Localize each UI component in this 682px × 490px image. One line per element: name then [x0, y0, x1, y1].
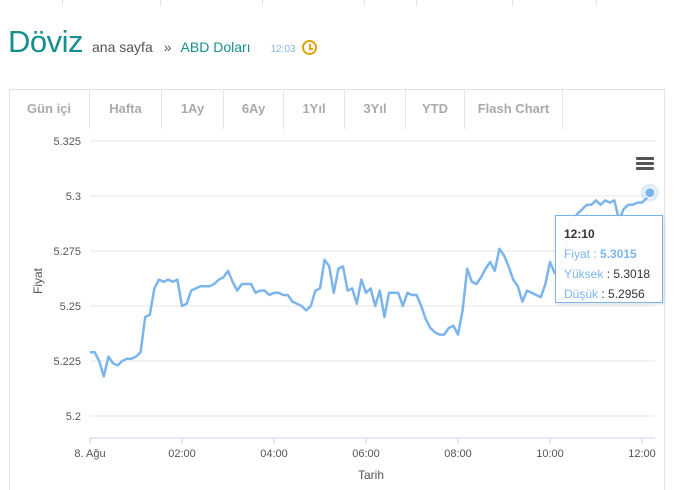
tooltip-high-label: Yüksek — [564, 267, 604, 281]
tooltip-high-value: 5.3018 — [613, 267, 651, 281]
tooltip-low-label: Düşük — [564, 287, 599, 301]
tooltip-price-value: 5.3015 — [600, 247, 637, 261]
x-tick-label: 08:00 — [444, 448, 472, 460]
x-axis-title: Tarih — [358, 468, 384, 482]
y-axis-ticks: 5.2 5.225 5.25 5.275 5.3 5.325 — [53, 136, 81, 423]
chart-tooltip: 12:10 Fiyat : 5.3015 Yüksek : 5.3018 Düş… — [555, 215, 663, 303]
x-tick-label: 04:00 — [260, 448, 288, 460]
y-tick-label: 5.25 — [60, 301, 81, 313]
hover-point-marker — [644, 187, 656, 199]
y-tick-label: 5.2 — [66, 411, 81, 423]
y-axis-title: Fiyat — [31, 267, 45, 294]
x-tick-label: 10:00 — [536, 448, 564, 460]
x-tick-label: 02:00 — [168, 448, 196, 460]
x-axis-ticks: 8. Ağu 02:00 04:00 06:00 08:00 10:00 12:00 — [74, 438, 656, 460]
tooltip-low-row: Düşük : 5.2956 — [564, 287, 645, 301]
y-tick-label: 5.275 — [53, 246, 81, 258]
tooltip-price-row: Fiyat : 5.3015 — [564, 247, 637, 261]
y-tick-label: 5.225 — [53, 356, 81, 368]
tooltip-time: 12:10 — [564, 227, 595, 241]
tooltip-low-value: 5.2956 — [608, 287, 645, 301]
y-tick-label: 5.325 — [53, 136, 81, 148]
x-tick-label: 8. Ağu — [74, 448, 105, 460]
tooltip-price-label: Fiyat — [564, 247, 591, 261]
chart-menu-icon[interactable] — [636, 157, 654, 171]
tooltip-high-row: Yüksek : 5.3018 — [564, 267, 651, 281]
y-tick-label: 5.3 — [66, 191, 81, 203]
x-tick-label: 12:00 — [628, 448, 656, 460]
x-tick-label: 06:00 — [352, 448, 380, 460]
